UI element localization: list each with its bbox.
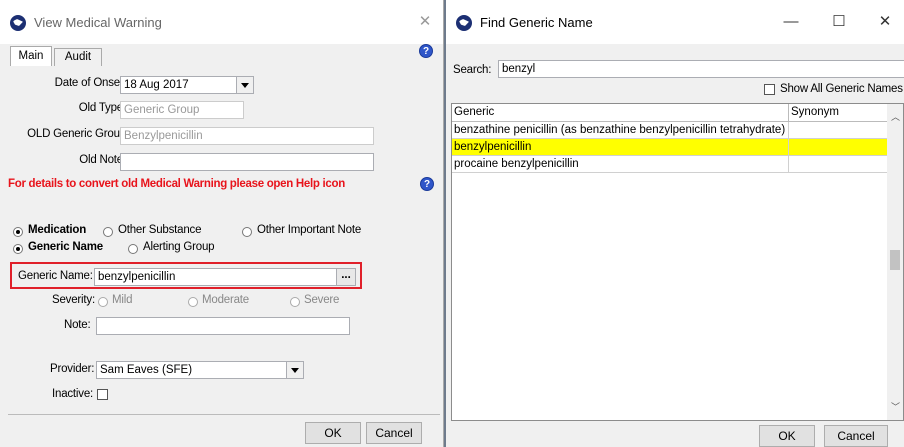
right-titlebar: Find Generic Name — ☐ ✕ (446, 0, 904, 44)
right-window-title: Find Generic Name (480, 15, 593, 30)
generic-results-grid: Generic Synonym benzathine penicillin (a… (451, 103, 904, 421)
scrollbar-thumb[interactable] (890, 250, 900, 270)
scroll-down-icon[interactable]: ﹀ (891, 400, 900, 413)
synonym-cell (789, 122, 888, 138)
generic-name-option-label: Generic Name (28, 241, 103, 253)
left-close-button[interactable]: ✕ (410, 10, 440, 34)
severe-label: Severe (304, 294, 340, 306)
radio-mild[interactable] (98, 297, 108, 307)
radio-medication[interactable] (13, 227, 23, 237)
inactive-label: Inactive: (52, 388, 94, 400)
table-row[interactable]: benzathine penicillin (as benzathine ben… (452, 122, 888, 139)
old-note-field (120, 153, 374, 171)
date-of-onset-label: Date of Onset: (54, 77, 127, 89)
old-generic-group-field: Benzylpenicillin (120, 127, 374, 145)
provider-combo[interactable]: Sam Eaves (SFE) (96, 361, 304, 379)
minimize-button[interactable]: — (776, 10, 806, 34)
note-label: Note: (64, 319, 91, 331)
grid-header: Generic Synonym (452, 104, 888, 122)
generic-name-field[interactable]: benzylpenicillin ... (94, 268, 356, 286)
other-important-note-label: Other Important Note (257, 224, 362, 236)
generic-cell: benzathine penicillin (as benzathine ben… (452, 122, 789, 138)
maximize-button[interactable]: ☐ (824, 10, 854, 34)
column-synonym[interactable]: Synonym (789, 104, 888, 121)
generic-name-value: benzylpenicillin (98, 271, 176, 283)
search-input[interactable]: benzyl (498, 60, 904, 78)
help-icon[interactable]: ? (419, 44, 433, 58)
table-row[interactable]: procaine benzylpenicillin (452, 156, 888, 173)
help-icon-inline[interactable]: ? (420, 177, 434, 191)
left-window-title: View Medical Warning (34, 15, 162, 30)
column-generic[interactable]: Generic (452, 104, 789, 121)
generic-cell: benzylpenicillin (452, 139, 789, 155)
radio-other-important-note[interactable] (242, 227, 252, 237)
main-tab-panel: Date of Onset: 18 Aug 2017 Old Type: Gen… (8, 66, 440, 414)
radio-moderate[interactable] (188, 297, 198, 307)
tab-audit[interactable]: Audit (54, 48, 102, 66)
provider-value: Sam Eaves (SFE) (100, 364, 193, 376)
old-generic-group-label: OLD Generic Group (27, 128, 126, 140)
generic-name-label: Generic Name: (18, 270, 93, 282)
synonym-cell (789, 139, 888, 155)
show-all-checkbox[interactable] (764, 84, 775, 95)
severity-label: Severity: (52, 294, 95, 306)
find-generic-name-window: Find Generic Name — ☐ ✕ Search: benzyl S… (446, 0, 904, 447)
moderate-label: Moderate (202, 294, 249, 306)
chevron-down-icon[interactable] (286, 362, 303, 378)
right-ok-button[interactable]: OK (759, 425, 815, 447)
synonym-cell (789, 156, 888, 172)
alerting-group-label: Alerting Group (143, 241, 215, 253)
radio-other-substance[interactable] (103, 227, 113, 237)
scroll-up-icon[interactable]: ︿ (891, 110, 900, 123)
date-of-onset-value: 18 Aug 2017 (124, 79, 189, 91)
tab-main[interactable]: Main (10, 46, 52, 67)
chevron-down-icon[interactable] (236, 77, 253, 93)
show-all-label: Show All Generic Names (780, 83, 903, 95)
app-icon (10, 15, 26, 31)
vertical-scrollbar[interactable]: ︿ ﹀ (887, 104, 903, 420)
mild-label: Mild (112, 294, 133, 306)
app-icon (456, 15, 472, 31)
old-note-label: Old Note: (79, 154, 126, 166)
medication-label: Medication (28, 224, 87, 236)
note-field[interactable] (96, 317, 350, 335)
right-cancel-button[interactable]: Cancel (824, 425, 888, 447)
right-close-button[interactable]: ✕ (870, 10, 900, 34)
browse-button[interactable]: ... (336, 269, 355, 285)
old-type-field: Generic Group (120, 101, 244, 119)
left-titlebar: View Medical Warning ✕ (0, 0, 443, 44)
left-cancel-button[interactable]: Cancel (366, 422, 422, 444)
old-type-label: Old Type: (78, 102, 126, 114)
left-ok-button[interactable]: OK (305, 422, 361, 444)
search-label: Search: (453, 64, 492, 76)
table-row-selected[interactable]: benzylpenicillin (452, 139, 888, 156)
radio-severe[interactable] (290, 297, 300, 307)
provider-label: Provider: (50, 363, 95, 375)
radio-generic-name[interactable] (13, 244, 23, 254)
footer-divider (8, 414, 440, 415)
view-medical-warning-window: View Medical Warning ✕ Main Audit ? Date… (0, 0, 444, 447)
date-of-onset-combo[interactable]: 18 Aug 2017 (120, 76, 254, 94)
generic-cell: procaine benzylpenicillin (452, 156, 789, 172)
help-message: For details to convert old Medical Warni… (8, 178, 345, 190)
radio-alerting-group[interactable] (128, 244, 138, 254)
other-substance-label: Other Substance (118, 224, 202, 236)
inactive-checkbox[interactable] (97, 389, 108, 400)
